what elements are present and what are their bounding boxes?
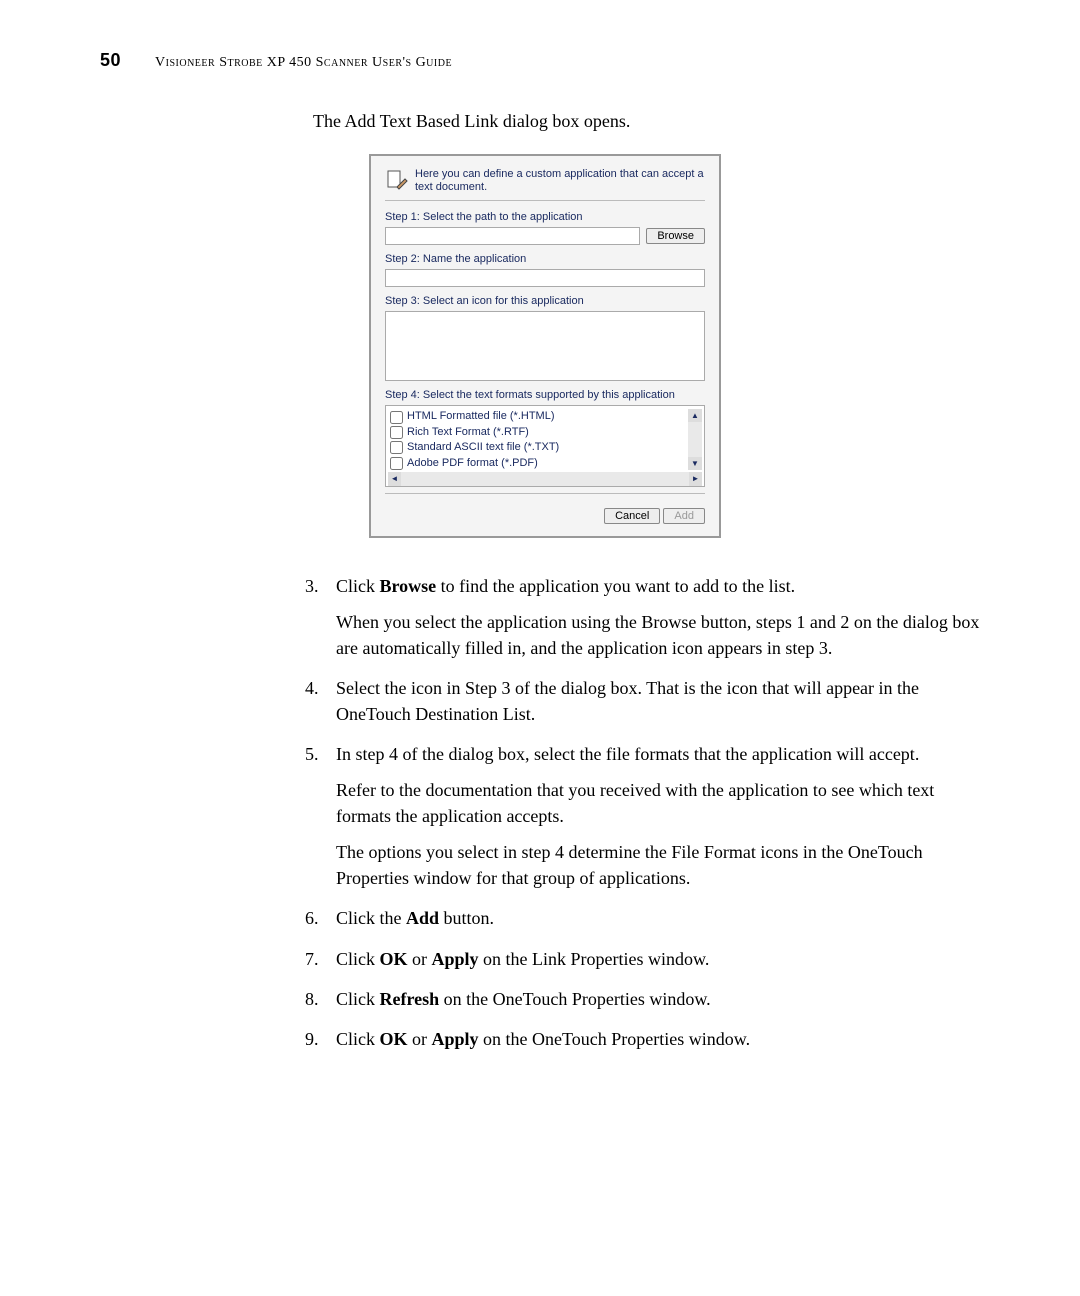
step-5: In step 4 of the dialog box, select the … [100,741,990,891]
browse-button[interactable]: Browse [646,228,705,244]
page-number: 50 [100,50,121,70]
format-checkbox[interactable] [390,441,403,454]
step-7: Click OK or Apply on the Link Properties… [100,946,990,972]
scroll-right-icon[interactable]: ► [689,472,702,486]
scroll-down-icon[interactable]: ▼ [688,457,702,470]
step-9: Click OK or Apply on the OneTouch Proper… [100,1026,990,1052]
page-header: 50 Visioneer Strobe XP 450 Scanner User'… [100,50,990,71]
instruction-list: Click Browse to find the application you… [100,573,990,1052]
dialog-header-text: Here you can define a custom application… [415,168,705,194]
divider [385,200,705,201]
step-4: Select the icon in Step 3 of the dialog … [100,675,990,727]
path-input[interactable] [385,227,640,245]
format-list-box: HTML Formatted file (*.HTML) Rich Text F… [385,405,705,486]
divider [385,493,705,494]
step2-label: Step 2: Name the application [385,253,705,265]
add-text-link-dialog: Here you can define a custom application… [369,154,721,538]
format-item[interactable]: Rich Text Format (*.RTF) [388,425,684,440]
horizontal-scrollbar[interactable]: ◄ ► [388,472,702,486]
format-item[interactable]: Standard ASCII text file (*.TXT) [388,440,684,455]
scroll-left-icon[interactable]: ◄ [388,472,401,486]
step-8: Click Refresh on the OneTouch Properties… [100,986,990,1012]
format-checkbox[interactable] [390,426,403,439]
step-3: Click Browse to find the application you… [100,573,990,661]
add-button[interactable]: Add [663,508,705,524]
scroll-up-icon[interactable]: ▲ [688,409,702,422]
document-brush-icon [385,169,409,193]
icon-select-box[interactable] [385,311,705,381]
header-title: Visioneer Strobe XP 450 Scanner User's G… [155,55,452,70]
vertical-scrollbar[interactable]: ▲ ▼ [688,409,702,469]
cancel-button[interactable]: Cancel [604,508,660,524]
step4-label: Step 4: Select the text formats supporte… [385,389,705,401]
step1-label: Step 1: Select the path to the applicati… [385,211,705,223]
format-item[interactable]: Adobe PDF format (*.PDF) [388,456,684,470]
format-item[interactable]: HTML Formatted file (*.HTML) [388,409,684,424]
step-6: Click the Add button. [100,905,990,931]
format-checkbox[interactable] [390,457,403,470]
format-checkbox[interactable] [390,411,403,424]
intro-text: The Add Text Based Link dialog box opens… [313,111,990,132]
name-input[interactable] [385,269,705,287]
step3-label: Step 3: Select an icon for this applicat… [385,295,705,307]
